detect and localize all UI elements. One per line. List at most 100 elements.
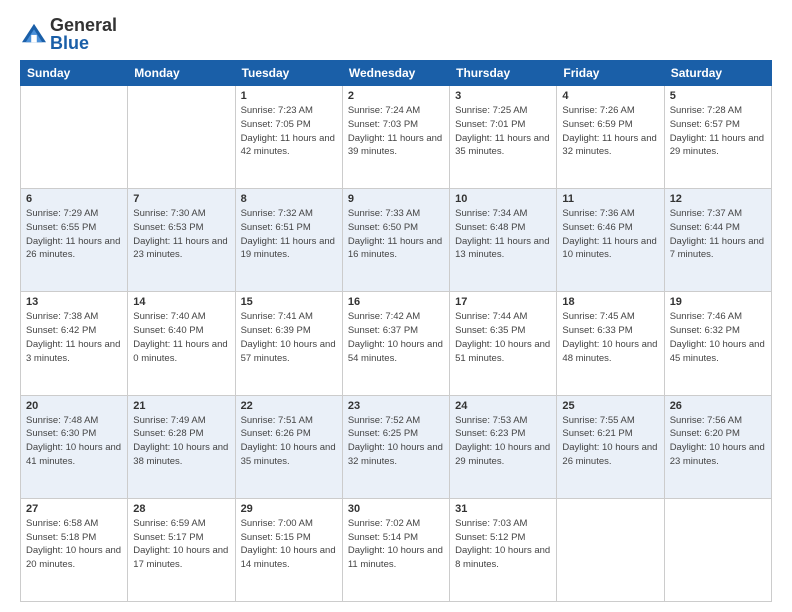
page: General Blue Sunday Monday Tuesday Wedne… bbox=[0, 0, 792, 612]
day-info: Sunrise: 7:49 AM Sunset: 6:28 PM Dayligh… bbox=[133, 414, 229, 469]
day-number: 26 bbox=[670, 400, 766, 412]
day-number: 11 bbox=[562, 193, 658, 205]
day-info: Sunrise: 7:34 AM Sunset: 6:48 PM Dayligh… bbox=[455, 207, 551, 262]
table-row: 29 Sunrise: 7:00 AM Sunset: 5:15 PM Dayli… bbox=[235, 498, 342, 601]
col-monday: Monday bbox=[128, 61, 235, 86]
day-info: Sunrise: 7:33 AM Sunset: 6:50 PM Dayligh… bbox=[348, 207, 444, 262]
day-info: Sunrise: 7:36 AM Sunset: 6:46 PM Dayligh… bbox=[562, 207, 658, 262]
col-tuesday: Tuesday bbox=[235, 61, 342, 86]
day-info: Sunrise: 7:28 AM Sunset: 6:57 PM Dayligh… bbox=[670, 104, 766, 159]
calendar-header-row: Sunday Monday Tuesday Wednesday Thursday… bbox=[21, 61, 772, 86]
table-row bbox=[557, 498, 664, 601]
col-friday: Friday bbox=[557, 61, 664, 86]
day-info: Sunrise: 6:58 AM Sunset: 5:18 PM Dayligh… bbox=[26, 517, 122, 572]
table-row: 22 Sunrise: 7:51 AM Sunset: 6:26 PM Dayli… bbox=[235, 395, 342, 498]
table-row: 30Sunrise: 7:02 AM Sunset: 5:14 PM Dayli… bbox=[342, 498, 449, 601]
day-info: Sunrise: 7:00 AM Sunset: 5:15 PM Dayligh… bbox=[241, 517, 337, 572]
day-info: Sunrise: 7:48 AM Sunset: 6:30 PM Dayligh… bbox=[26, 414, 122, 469]
day-number: 8 bbox=[241, 193, 337, 205]
day-number: 19 bbox=[670, 296, 766, 308]
day-number: 1 bbox=[241, 90, 337, 102]
day-info: Sunrise: 7:37 AM Sunset: 6:44 PM Dayligh… bbox=[670, 207, 766, 262]
logo-line1: General bbox=[50, 16, 117, 34]
table-row: 9 Sunrise: 7:33 AM Sunset: 6:50 PM Daylig… bbox=[342, 189, 449, 292]
logo: General Blue bbox=[20, 16, 117, 52]
day-info: Sunrise: 7:23 AM Sunset: 7:05 PM Dayligh… bbox=[241, 104, 337, 159]
col-thursday: Thursday bbox=[450, 61, 557, 86]
day-number: 13 bbox=[26, 296, 122, 308]
table-row: 27Sunrise: 6:58 AM Sunset: 5:18 PM Dayli… bbox=[21, 498, 128, 601]
day-number: 6 bbox=[26, 193, 122, 205]
table-row bbox=[128, 86, 235, 189]
table-row: 2Sunrise: 7:24 AM Sunset: 7:03 PM Daylig… bbox=[342, 86, 449, 189]
day-number: 12 bbox=[670, 193, 766, 205]
table-row: 28 Sunrise: 6:59 AM Sunset: 5:17 PM Dayli… bbox=[128, 498, 235, 601]
table-row: 5Sunrise: 7:28 AM Sunset: 6:57 PM Daylig… bbox=[664, 86, 771, 189]
day-number: 24 bbox=[455, 400, 551, 412]
day-number: 16 bbox=[348, 296, 444, 308]
table-row: 23Sunrise: 7:52 AM Sunset: 6:25 PM Dayli… bbox=[342, 395, 449, 498]
day-number: 29 bbox=[241, 503, 337, 515]
table-row: 19 Sunrise: 7:46 AM Sunset: 6:32 PM Dayli… bbox=[664, 292, 771, 395]
table-row: 17Sunrise: 7:44 AM Sunset: 6:35 PM Dayli… bbox=[450, 292, 557, 395]
logo-line2: Blue bbox=[50, 34, 117, 52]
day-info: Sunrise: 7:41 AM Sunset: 6:39 PM Dayligh… bbox=[241, 310, 337, 365]
header: General Blue bbox=[20, 16, 772, 52]
table-row: 6 Sunrise: 7:29 AM Sunset: 6:55 PM Daylig… bbox=[21, 189, 128, 292]
day-info: Sunrise: 7:55 AM Sunset: 6:21 PM Dayligh… bbox=[562, 414, 658, 469]
day-number: 9 bbox=[348, 193, 444, 205]
col-sunday: Sunday bbox=[21, 61, 128, 86]
table-row: 4 Sunrise: 7:26 AM Sunset: 6:59 PM Daylig… bbox=[557, 86, 664, 189]
logo-icon bbox=[20, 22, 48, 46]
table-row: 20 Sunrise: 7:48 AM Sunset: 6:30 PM Dayli… bbox=[21, 395, 128, 498]
day-info: Sunrise: 7:51 AM Sunset: 6:26 PM Dayligh… bbox=[241, 414, 337, 469]
table-row: 21 Sunrise: 7:49 AM Sunset: 6:28 PM Dayli… bbox=[128, 395, 235, 498]
day-info: Sunrise: 7:38 AM Sunset: 6:42 PM Dayligh… bbox=[26, 310, 122, 365]
day-info: Sunrise: 7:25 AM Sunset: 7:01 PM Dayligh… bbox=[455, 104, 551, 159]
table-row: 14 Sunrise: 7:40 AM Sunset: 6:40 PM Dayli… bbox=[128, 292, 235, 395]
table-row: 15Sunrise: 7:41 AM Sunset: 6:39 PM Dayli… bbox=[235, 292, 342, 395]
col-wednesday: Wednesday bbox=[342, 61, 449, 86]
table-row: 10 Sunrise: 7:34 AM Sunset: 6:48 PM Dayli… bbox=[450, 189, 557, 292]
day-number: 18 bbox=[562, 296, 658, 308]
day-number: 7 bbox=[133, 193, 229, 205]
table-row: 11 Sunrise: 7:36 AM Sunset: 6:46 PM Dayli… bbox=[557, 189, 664, 292]
day-info: Sunrise: 7:02 AM Sunset: 5:14 PM Dayligh… bbox=[348, 517, 444, 572]
day-number: 21 bbox=[133, 400, 229, 412]
table-row: 13 Sunrise: 7:38 AM Sunset: 6:42 PM Dayli… bbox=[21, 292, 128, 395]
day-info: Sunrise: 7:40 AM Sunset: 6:40 PM Dayligh… bbox=[133, 310, 229, 365]
day-number: 2 bbox=[348, 90, 444, 102]
day-info: Sunrise: 7:44 AM Sunset: 6:35 PM Dayligh… bbox=[455, 310, 551, 365]
day-number: 4 bbox=[562, 90, 658, 102]
day-number: 28 bbox=[133, 503, 229, 515]
day-info: Sunrise: 7:56 AM Sunset: 6:20 PM Dayligh… bbox=[670, 414, 766, 469]
table-row bbox=[21, 86, 128, 189]
day-info: Sunrise: 7:42 AM Sunset: 6:37 PM Dayligh… bbox=[348, 310, 444, 365]
table-row: 7Sunrise: 7:30 AM Sunset: 6:53 PM Daylig… bbox=[128, 189, 235, 292]
table-row: 24Sunrise: 7:53 AM Sunset: 6:23 PM Dayli… bbox=[450, 395, 557, 498]
table-row: 8 Sunrise: 7:32 AM Sunset: 6:51 PM Daylig… bbox=[235, 189, 342, 292]
table-row: 31Sunrise: 7:03 AM Sunset: 5:12 PM Dayli… bbox=[450, 498, 557, 601]
col-saturday: Saturday bbox=[664, 61, 771, 86]
day-info: Sunrise: 7:45 AM Sunset: 6:33 PM Dayligh… bbox=[562, 310, 658, 365]
table-row: 26 Sunrise: 7:56 AM Sunset: 6:20 PM Dayli… bbox=[664, 395, 771, 498]
table-row: 16 Sunrise: 7:42 AM Sunset: 6:37 PM Dayli… bbox=[342, 292, 449, 395]
day-info: Sunrise: 7:29 AM Sunset: 6:55 PM Dayligh… bbox=[26, 207, 122, 262]
day-number: 22 bbox=[241, 400, 337, 412]
day-number: 3 bbox=[455, 90, 551, 102]
day-number: 10 bbox=[455, 193, 551, 205]
day-info: Sunrise: 7:46 AM Sunset: 6:32 PM Dayligh… bbox=[670, 310, 766, 365]
table-row bbox=[664, 498, 771, 601]
day-info: Sunrise: 7:52 AM Sunset: 6:25 PM Dayligh… bbox=[348, 414, 444, 469]
day-number: 25 bbox=[562, 400, 658, 412]
table-row: 18 Sunrise: 7:45 AM Sunset: 6:33 PM Dayli… bbox=[557, 292, 664, 395]
day-number: 20 bbox=[26, 400, 122, 412]
day-info: Sunrise: 7:26 AM Sunset: 6:59 PM Dayligh… bbox=[562, 104, 658, 159]
day-info: Sunrise: 7:32 AM Sunset: 6:51 PM Dayligh… bbox=[241, 207, 337, 262]
table-row: 1 Sunrise: 7:23 AM Sunset: 7:05 PM Daylig… bbox=[235, 86, 342, 189]
day-number: 14 bbox=[133, 296, 229, 308]
calendar-table: Sunday Monday Tuesday Wednesday Thursday… bbox=[20, 60, 772, 602]
day-info: Sunrise: 6:59 AM Sunset: 5:17 PM Dayligh… bbox=[133, 517, 229, 572]
table-row: 12 Sunrise: 7:37 AM Sunset: 6:44 PM Dayli… bbox=[664, 189, 771, 292]
day-info: Sunrise: 7:03 AM Sunset: 5:12 PM Dayligh… bbox=[455, 517, 551, 572]
